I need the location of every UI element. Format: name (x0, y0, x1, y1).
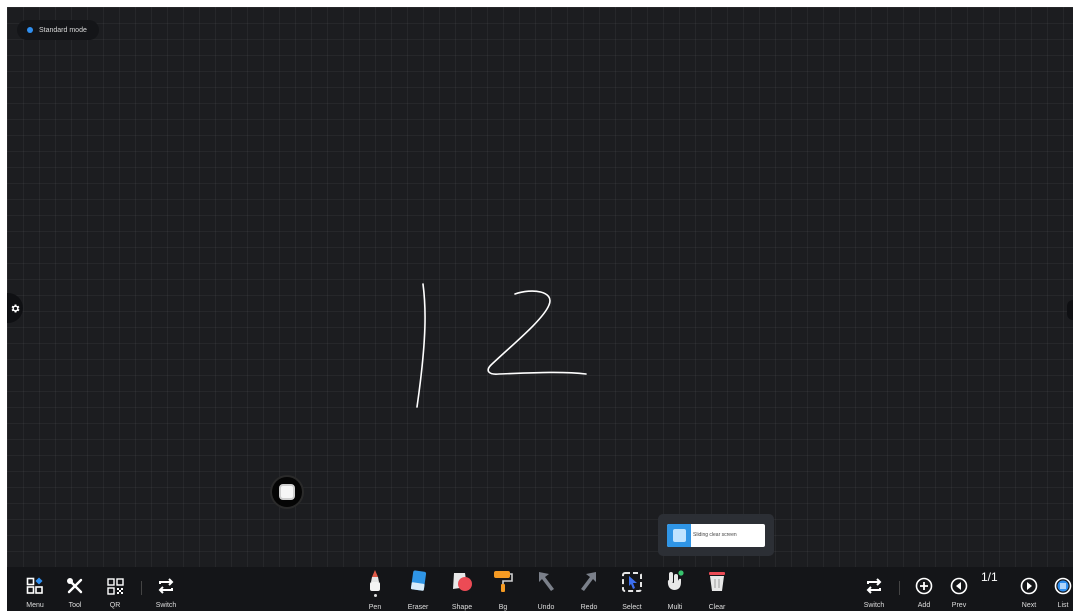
multi-touch-icon (667, 570, 684, 590)
prev-page-button[interactable]: Prev (947, 567, 971, 611)
shape-button[interactable]: Shape (449, 567, 475, 611)
mode-label: Standard mode (39, 26, 87, 34)
page-list-button[interactable]: List (1052, 567, 1073, 611)
slider-knob-face (672, 529, 686, 542)
toolbar-divider (899, 581, 900, 595)
switch-button-right[interactable]: Switch (859, 567, 889, 611)
mode-indicator-dot (27, 27, 33, 33)
handwriting-strokes (416, 283, 587, 408)
add-page-label: Add (917, 602, 931, 609)
page-list-icon (1054, 577, 1072, 595)
pen-icon (370, 570, 380, 591)
background-button[interactable]: Bg (490, 567, 516, 611)
clear-slider-knob[interactable] (667, 524, 691, 547)
redo-label: Redo (580, 604, 598, 611)
multi-button[interactable]: Multi (662, 567, 688, 611)
menu-grid-icon (26, 577, 43, 594)
stroke-digit-two (487, 290, 587, 375)
eraser-icon (410, 570, 427, 591)
page-list-label: List (1057, 602, 1069, 609)
toolbar-divider (141, 581, 142, 595)
trash-icon (709, 572, 725, 591)
floating-assistive-button[interactable] (272, 477, 302, 507)
prev-page-label: Prev (951, 602, 967, 609)
next-page-label: Next (1021, 602, 1037, 609)
tool-button[interactable]: Tool (61, 567, 89, 611)
stroke-digit-one (416, 283, 426, 408)
clear-label: Clear (708, 604, 726, 611)
select-icon (622, 572, 642, 592)
pen-button[interactable]: Pen (363, 567, 387, 611)
sliding-clear-popup: Sliding clear screen (658, 514, 774, 556)
add-page-icon (915, 577, 933, 595)
eraser-button[interactable]: Eraser (405, 567, 431, 611)
right-edge-handle[interactable] (1067, 300, 1073, 320)
redo-button[interactable]: Redo (576, 567, 602, 611)
assistive-button-face (279, 484, 295, 500)
qr-code-icon (106, 578, 124, 595)
select-button[interactable]: Select (618, 567, 646, 611)
switch-button-left[interactable]: Switch (151, 567, 181, 611)
menu-button[interactable]: Menu (21, 567, 49, 611)
bottom-toolbar: Menu Tool QR Switch Pen Eraser Shape Bg … (7, 567, 1073, 611)
mode-badge[interactable]: Standard mode (17, 20, 99, 40)
pen-label: Pen (368, 604, 382, 611)
eraser-label: Eraser (407, 604, 429, 611)
pen-active-indicator (374, 594, 377, 597)
page-indicator: 1/1 (981, 570, 998, 584)
shape-icon (453, 573, 472, 591)
switch-icon (158, 578, 174, 594)
next-page-button[interactable]: Next (1017, 567, 1041, 611)
clear-slider-track[interactable]: Sliding clear screen (667, 524, 765, 547)
switch-label-left: Switch (155, 602, 177, 609)
qr-label: QR (109, 602, 121, 609)
switch-icon (866, 578, 882, 594)
switch-label-right: Switch (863, 602, 885, 609)
settings-handle[interactable] (7, 293, 23, 323)
next-page-icon (1020, 577, 1038, 595)
qr-button[interactable]: QR (103, 567, 127, 611)
add-page-button[interactable]: Add (912, 567, 936, 611)
undo-button[interactable]: Undo (533, 567, 559, 611)
select-label: Select (622, 604, 642, 611)
tools-icon (67, 578, 83, 594)
undo-label: Undo (537, 604, 555, 611)
tool-label: Tool (68, 602, 82, 609)
undo-arrow-icon (539, 572, 554, 591)
shape-label: Shape (451, 604, 473, 611)
multi-label: Multi (667, 604, 683, 611)
prev-page-icon (950, 577, 968, 595)
redo-arrow-icon (581, 572, 596, 591)
clear-button[interactable]: Clear (704, 567, 730, 611)
background-label: Bg (498, 604, 508, 611)
clear-slider-label: Sliding clear screen (693, 532, 737, 538)
menu-label: Menu (26, 602, 44, 609)
gear-icon (11, 303, 19, 313)
paint-roller-icon (494, 571, 513, 592)
whiteboard-canvas[interactable]: Standard mode Sliding clear screen Menu … (7, 7, 1073, 611)
